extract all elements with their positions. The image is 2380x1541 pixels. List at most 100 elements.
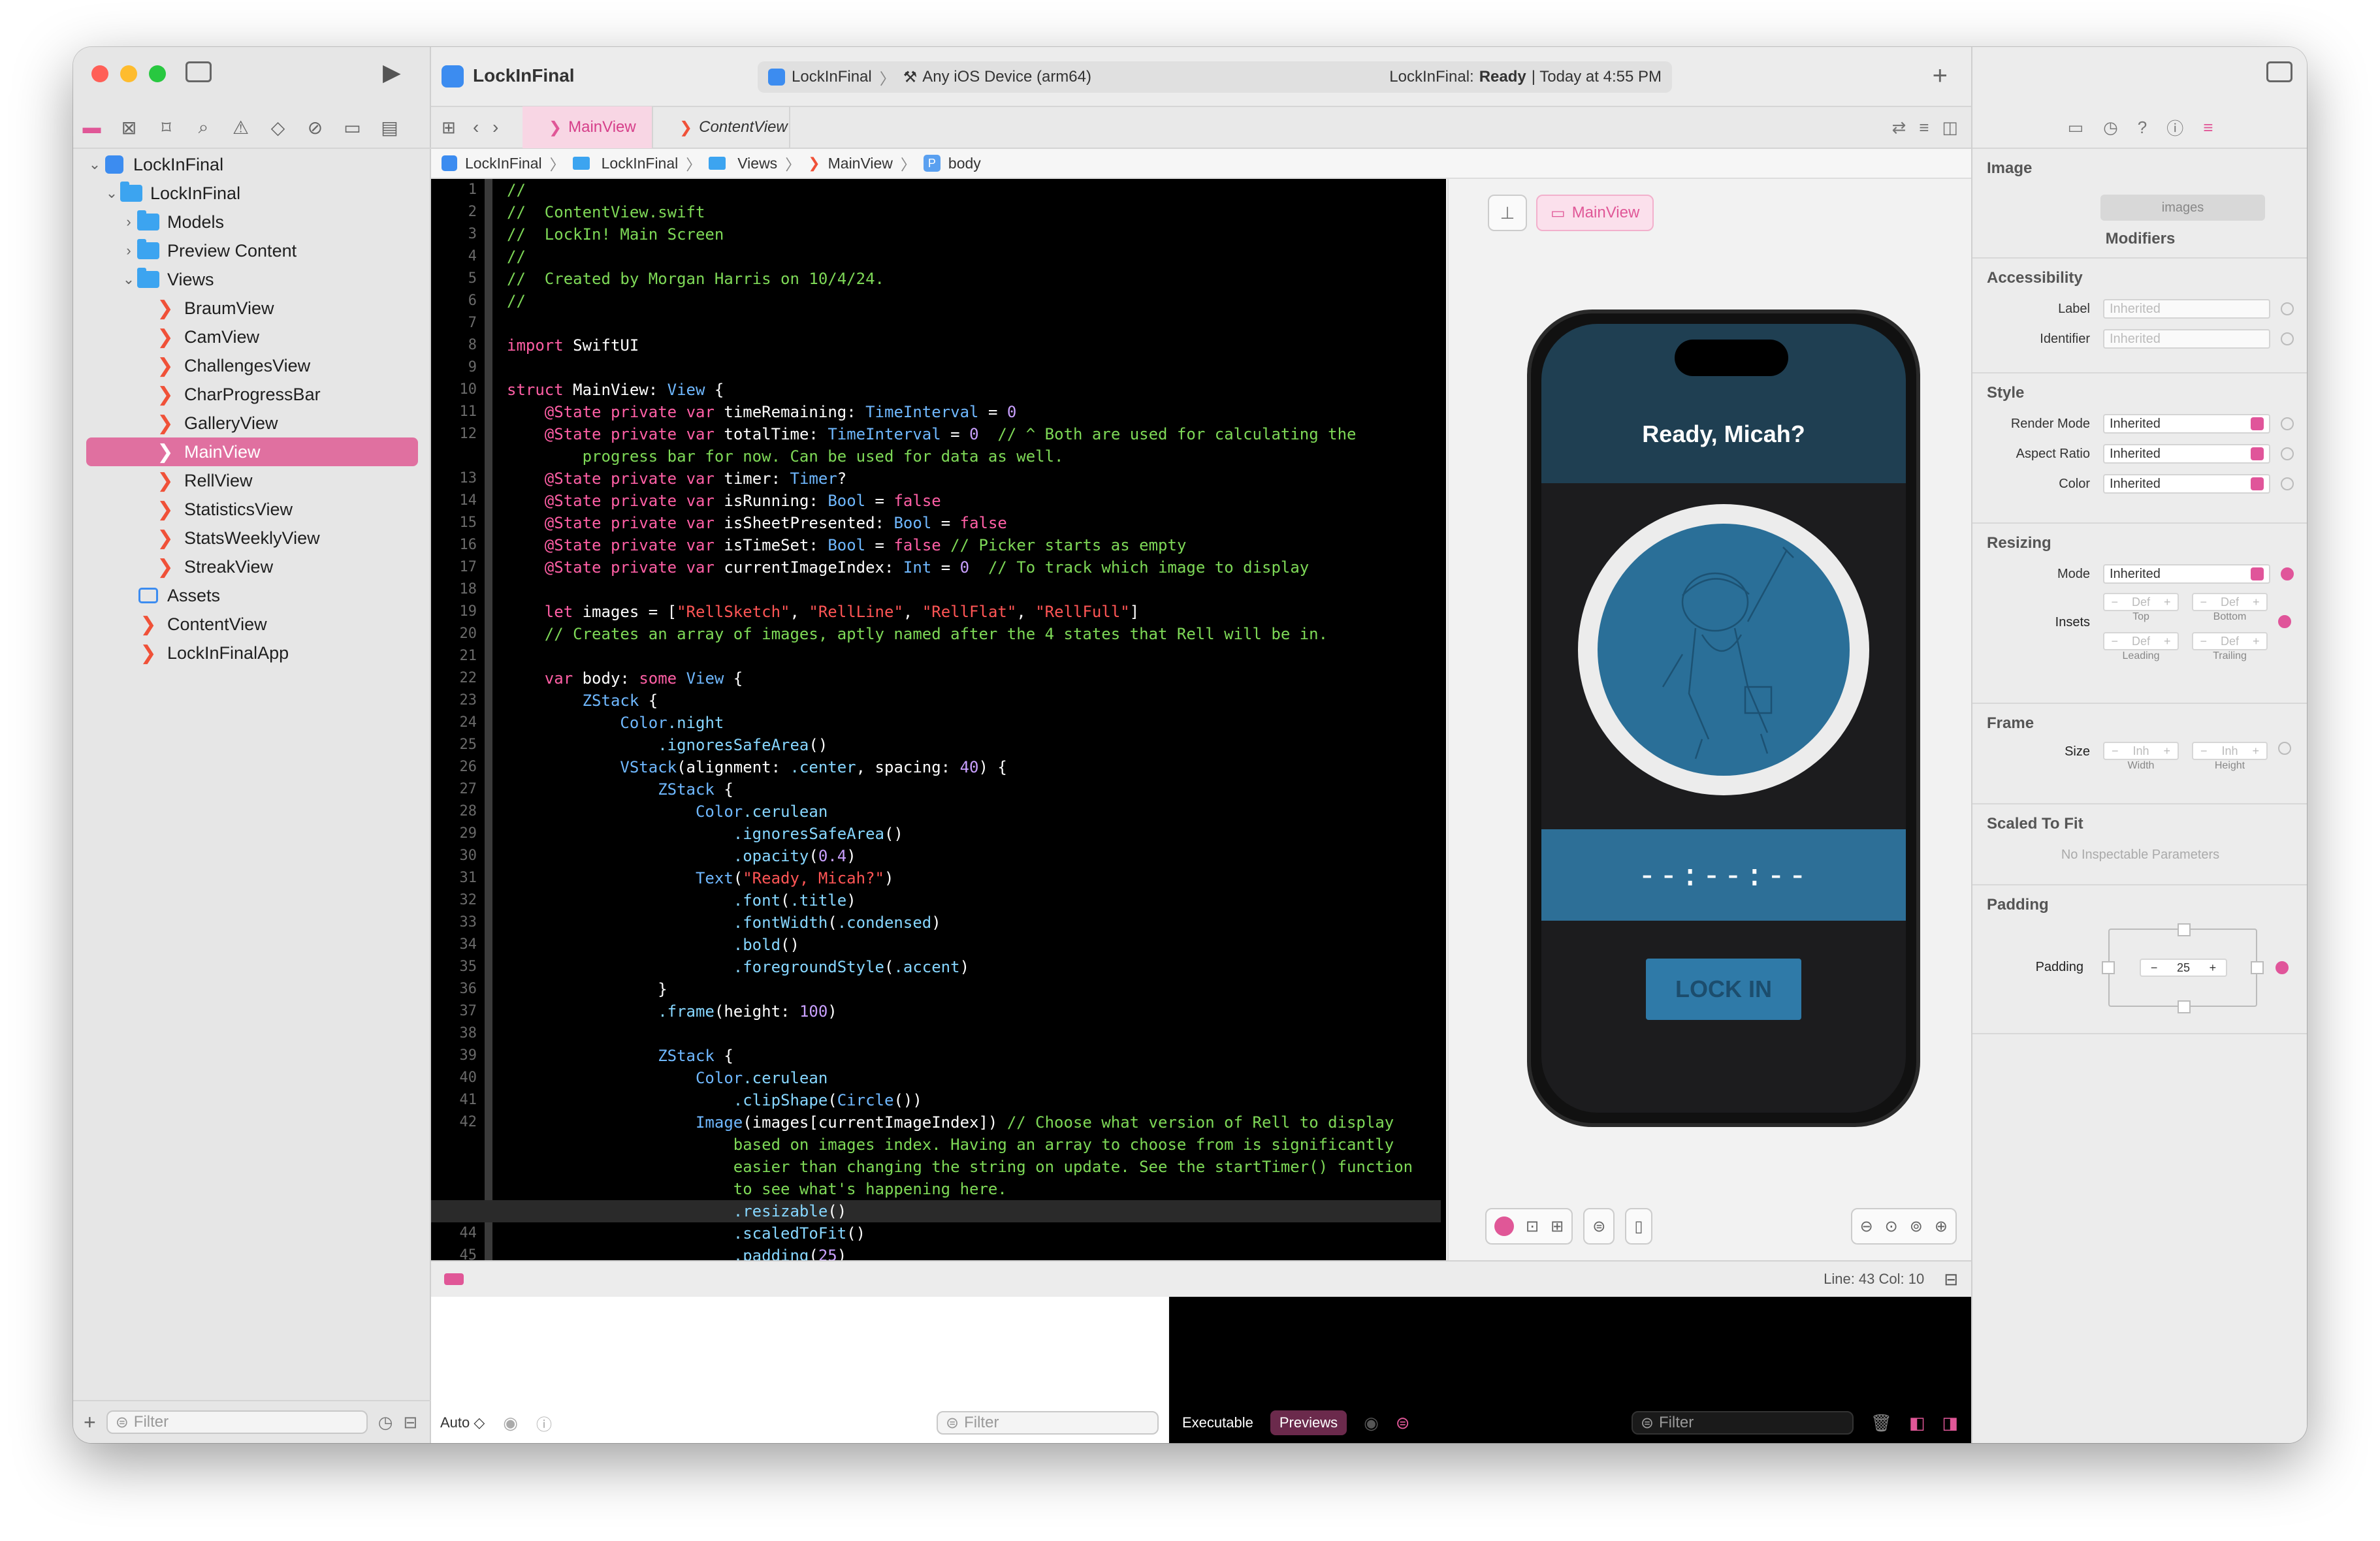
code-line[interactable]: [507, 312, 1441, 334]
help-inspector-icon[interactable]: ?: [2138, 118, 2147, 138]
recent-icon[interactable]: ◷: [378, 1412, 393, 1433]
code-line[interactable]: }: [507, 978, 1441, 1000]
eye-icon[interactable]: ◉: [1364, 1413, 1379, 1433]
inset-top-stepper[interactable]: − Def +: [2103, 593, 2179, 611]
destination-selector[interactable]: Any iOS Device (arm64): [922, 68, 1091, 86]
find-icon[interactable]: ⌕: [185, 117, 222, 138]
zoom-in-icon[interactable]: ⊕: [1935, 1217, 1948, 1236]
line-number[interactable]: 10: [431, 379, 489, 401]
toggle-inspector-icon[interactable]: [2266, 61, 2292, 82]
inset-trailing-stepper[interactable]: − Def +: [2192, 632, 2268, 650]
code-line[interactable]: @State private var timer: Timer?: [507, 468, 1441, 490]
scm-filter-icon[interactable]: ⊟: [403, 1412, 417, 1433]
code-line[interactable]: ZStack {: [507, 690, 1441, 712]
code-line[interactable]: import SwiftUI: [507, 334, 1441, 357]
insets-dot[interactable]: [2278, 615, 2291, 628]
code-line[interactable]: ZStack {: [507, 1045, 1441, 1067]
line-number[interactable]: 34: [431, 934, 489, 956]
chevron-down-icon[interactable]: ⌄: [86, 156, 103, 173]
right-pane-icon[interactable]: ◨: [1942, 1413, 1958, 1433]
line-number[interactable]: 22: [431, 667, 489, 690]
code-line[interactable]: //: [507, 179, 1441, 201]
width-stepper[interactable]: − Inh +: [2103, 742, 2179, 760]
line-number[interactable]: 7: [431, 312, 489, 334]
issue-icon[interactable]: ⚠: [222, 117, 259, 138]
tree-item[interactable]: Assets: [73, 581, 431, 610]
identifier-dot[interactable]: [2281, 332, 2294, 345]
tree-item[interactable]: ⌄ LockInFinal: [73, 179, 431, 208]
code-line[interactable]: [507, 357, 1441, 379]
identity-inspector-icon[interactable]: ⓘ: [2166, 116, 2183, 140]
line-number[interactable]: 14: [431, 490, 489, 512]
code-line[interactable]: ZStack {: [507, 778, 1441, 801]
project-navigator-icon[interactable]: ▬: [73, 117, 110, 138]
mode-select[interactable]: Inherited: [2103, 564, 2270, 584]
breakpoint-toggle-icon[interactable]: [444, 1273, 464, 1285]
render-mode-dot[interactable]: [2281, 417, 2294, 430]
tree-item[interactable]: ❯ ChallengesView: [73, 351, 431, 380]
device-settings-icon[interactable]: ⊜: [1583, 1208, 1615, 1245]
code-line[interactable]: VStack(alignment: .center, spacing: 40) …: [507, 756, 1441, 778]
tree-item[interactable]: ❯ CamView: [73, 323, 431, 351]
zoom-actual-icon[interactable]: ⊚: [1910, 1217, 1923, 1236]
code-line[interactable]: [507, 645, 1441, 667]
line-number[interactable]: 12: [431, 423, 489, 445]
run-button[interactable]: ▶: [383, 59, 401, 86]
history-inspector-icon[interactable]: ◷: [2103, 118, 2118, 138]
code-line[interactable]: // Creates an array of images, aptly nam…: [507, 623, 1441, 645]
device-icon[interactable]: ▯: [1625, 1208, 1652, 1245]
tree-item[interactable]: ❯ BraumView: [73, 294, 431, 323]
line-number[interactable]: 3: [431, 223, 489, 246]
tree-item-root[interactable]: ⌄ LockInFinal: [73, 150, 431, 179]
code-line[interactable]: .ignoresSafeArea(): [507, 734, 1441, 756]
code-line[interactable]: [507, 579, 1441, 601]
tree-item[interactable]: ⌄ Views: [73, 265, 431, 294]
code-line[interactable]: .frame(height: 100): [507, 1000, 1441, 1023]
line-number[interactable]: 17: [431, 556, 489, 579]
preview-tag[interactable]: ▭ MainView: [1536, 195, 1654, 231]
breadcrumb-item[interactable]: MainView: [828, 155, 893, 172]
line-number[interactable]: 20: [431, 623, 489, 645]
editor-options-icon[interactable]: ≡: [1919, 118, 1929, 138]
code-line[interactable]: @State private var isRunning: Bool = fal…: [507, 490, 1441, 512]
tree-item[interactable]: ❯ ContentView: [73, 610, 431, 639]
grid-icon[interactable]: ⊞: [442, 118, 462, 138]
line-number[interactable]: 24: [431, 712, 489, 734]
color-select[interactable]: Inherited: [2103, 474, 2270, 494]
render-mode-select[interactable]: Inherited: [2103, 414, 2270, 434]
aspect-ratio-select[interactable]: Inherited: [2103, 444, 2270, 464]
tree-item[interactable]: ❯ StatisticsView: [73, 495, 431, 524]
line-number[interactable]: 27: [431, 778, 489, 801]
tree-item[interactable]: ❯ RellView: [73, 466, 431, 495]
line-number[interactable]: 4: [431, 246, 489, 268]
code-line[interactable]: @State private var isTimeSet: Bool = fal…: [507, 534, 1441, 556]
line-number[interactable]: 31: [431, 867, 489, 889]
activity-view[interactable]: LockInFinal 〉 ⚒ Any iOS Device (arm64) L…: [758, 61, 1672, 93]
breadcrumb-item[interactable]: LockInFinal: [465, 155, 542, 172]
add-tab-icon[interactable]: +: [1933, 61, 1948, 91]
lock-in-button[interactable]: LOCK IN: [1646, 959, 1801, 1020]
line-number[interactable]: 39: [431, 1045, 489, 1067]
line-number[interactable]: 29: [431, 823, 489, 845]
code-line[interactable]: // LockIn! Main Screen: [507, 223, 1441, 246]
line-number[interactable]: 19: [431, 601, 489, 623]
minimize-button[interactable]: [120, 65, 137, 82]
line-number[interactable]: 44: [431, 1222, 489, 1245]
identifier-field[interactable]: Inherited: [2103, 329, 2270, 349]
padding-bottom-check[interactable]: [2178, 1000, 2191, 1013]
code-line[interactable]: progress bar for now. Can be used for da…: [507, 445, 1441, 468]
code-line[interactable]: @State private var totalTime: TimeInterv…: [507, 423, 1441, 445]
code-line[interactable]: .scaledToFit(): [507, 1222, 1441, 1245]
code-line[interactable]: easier than changing the string on updat…: [507, 1156, 1441, 1178]
padding-trailing-check[interactable]: [2251, 961, 2264, 974]
info-icon[interactable]: ⓘ: [536, 1412, 552, 1435]
label-field[interactable]: Inherited: [2103, 299, 2270, 319]
left-pane-icon[interactable]: ◧: [1909, 1413, 1925, 1433]
code-line[interactable]: .clipShape(Circle()): [507, 1089, 1441, 1111]
code-line[interactable]: //: [507, 246, 1441, 268]
line-number[interactable]: 42: [431, 1111, 489, 1134]
tree-item[interactable]: › Models: [73, 208, 431, 236]
eye-icon[interactable]: ◉: [503, 1413, 518, 1433]
breadcrumb-item[interactable]: LockInFinal: [602, 155, 679, 172]
padding-dot[interactable]: [2275, 961, 2289, 974]
